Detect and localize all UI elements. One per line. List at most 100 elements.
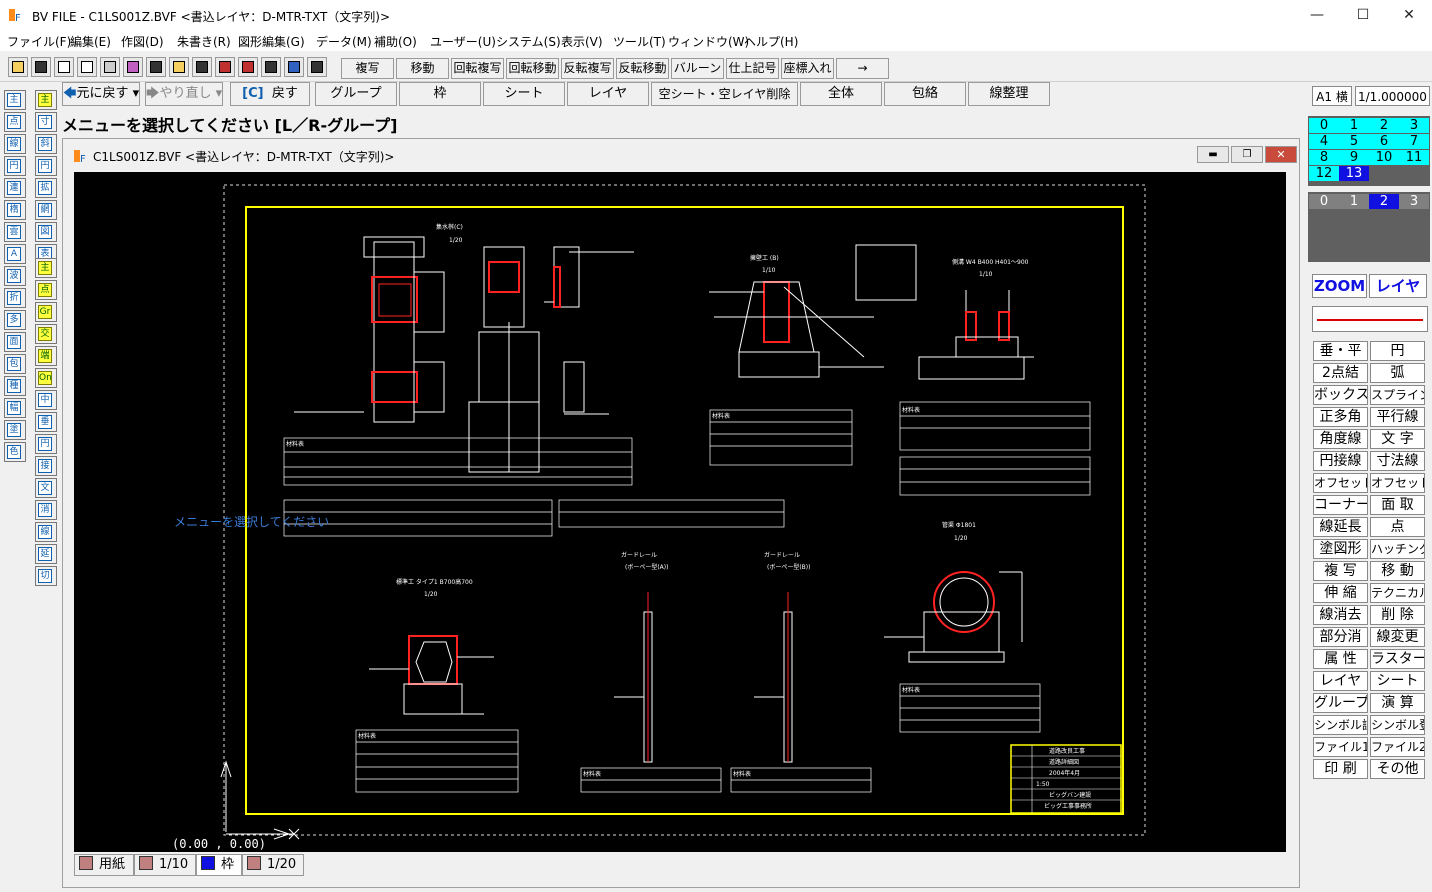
- layer-group-8[interactable]: 8: [1309, 150, 1339, 165]
- command-button[interactable]: テクニカル: [1370, 583, 1425, 603]
- tab-scale-20[interactable]: 1/20: [242, 854, 304, 876]
- command-button[interactable]: ラスター: [1370, 649, 1425, 669]
- maximize-button[interactable]: ☐: [1340, 0, 1386, 31]
- layer-group-4[interactable]: 4: [1309, 134, 1339, 149]
- fit-all-button[interactable]: 全体: [800, 82, 882, 106]
- command-button[interactable]: 面 取: [1370, 495, 1425, 515]
- command-button[interactable]: グループ: [1313, 693, 1368, 713]
- open-icon[interactable]: [8, 57, 28, 77]
- menu-system[interactable]: システム(S): [496, 33, 561, 50]
- layer-panel-button[interactable]: レイヤ: [1369, 274, 1427, 298]
- command-button[interactable]: ファイル1: [1313, 737, 1368, 757]
- palette-tool-button[interactable]: 幅: [4, 398, 26, 418]
- command-button[interactable]: 属 性: [1313, 649, 1368, 669]
- save-icon[interactable]: [31, 57, 51, 77]
- palette-tool-button[interactable]: 円: [4, 156, 26, 176]
- palette-tool-button[interactable]: 交: [35, 324, 57, 344]
- frame-button[interactable]: 枠: [399, 82, 481, 106]
- palette-tool-button[interactable]: 多: [4, 310, 26, 330]
- palette-tool-button[interactable]: 折: [4, 288, 26, 308]
- palette-tool-button[interactable]: On: [35, 368, 57, 388]
- layer-group-12[interactable]: 12: [1309, 166, 1339, 181]
- finish-mark-button[interactable]: 仕上記号: [726, 58, 779, 79]
- command-button[interactable]: 角度線: [1313, 429, 1368, 449]
- command-button[interactable]: 正多角: [1313, 407, 1368, 427]
- palette-tool-button[interactable]: 線: [4, 134, 26, 154]
- close-button[interactable]: ✕: [1386, 0, 1432, 31]
- tab-frame[interactable]: 枠: [196, 854, 242, 876]
- palette-tool-button[interactable]: 点: [35, 280, 57, 300]
- next-arrow-button[interactable]: →: [836, 58, 889, 79]
- print-icon[interactable]: [100, 57, 120, 77]
- palette-tool-button[interactable]: 主: [4, 90, 26, 110]
- line-cleanup-button[interactable]: 線整理: [968, 82, 1050, 106]
- tab-scale-10[interactable]: 1/10: [134, 854, 196, 876]
- palette-tool-button[interactable]: 寸: [35, 112, 57, 132]
- command-button[interactable]: 2点結: [1313, 363, 1368, 383]
- zoom-button[interactable]: ZOOM: [1312, 274, 1367, 298]
- new-icon[interactable]: [54, 57, 74, 77]
- command-button[interactable]: 塗図形: [1313, 539, 1368, 559]
- palette-tool-button[interactable]: 斜: [35, 134, 57, 154]
- command-button[interactable]: オフセット1: [1313, 473, 1368, 493]
- command-button[interactable]: オフセット2: [1370, 473, 1425, 493]
- export2-icon[interactable]: [238, 57, 258, 77]
- command-button[interactable]: スプライン: [1370, 385, 1425, 405]
- disk-icon[interactable]: [192, 57, 212, 77]
- mirror-copy-button[interactable]: 反転複写: [561, 58, 614, 79]
- group-button[interactable]: グループ: [315, 82, 397, 106]
- back-button[interactable]: [C] 戻す: [230, 82, 310, 106]
- palette-tool-button[interactable]: Gr: [35, 302, 57, 322]
- palette-tool-button[interactable]: 線: [35, 522, 57, 542]
- menu-data[interactable]: データ(M): [316, 33, 372, 50]
- palette-tool-button[interactable]: 連: [4, 178, 26, 198]
- command-button[interactable]: 複 写: [1313, 561, 1368, 581]
- palette-tool-button[interactable]: 切: [35, 566, 57, 586]
- command-button[interactable]: 垂・平: [1313, 341, 1368, 361]
- command-button[interactable]: 平行線: [1370, 407, 1425, 427]
- layer-group-6[interactable]: 6: [1369, 134, 1399, 149]
- menu-window[interactable]: ウィンドウ(W): [668, 33, 749, 50]
- layer-2[interactable]: 2: [1369, 194, 1399, 209]
- palette-tool-button[interactable]: 主: [35, 258, 57, 278]
- doc-restore-button[interactable]: ❐: [1231, 146, 1263, 163]
- copy-button[interactable]: 複写: [341, 58, 394, 79]
- layer-group-0[interactable]: 0: [1309, 118, 1339, 133]
- palette-tool-button[interactable]: 塗: [4, 420, 26, 440]
- command-button[interactable]: シンボル読: [1313, 715, 1368, 735]
- command-button[interactable]: 円接線: [1313, 451, 1368, 471]
- palette-tool-button[interactable]: 拡: [35, 178, 57, 198]
- layer-1[interactable]: 1: [1339, 194, 1369, 209]
- redo-button[interactable]: 🡆やり直し ▾: [145, 82, 223, 106]
- menu-file[interactable]: ファイル(F): [7, 33, 71, 50]
- layer-group-13[interactable]: 13: [1339, 166, 1369, 181]
- import-icon[interactable]: [261, 57, 281, 77]
- command-button[interactable]: 演 算: [1370, 693, 1425, 713]
- doc-minimize-button[interactable]: ▬: [1197, 146, 1229, 163]
- delete-empty-button[interactable]: 空シート・空レイヤ削除: [651, 82, 798, 106]
- command-button[interactable]: ボックス: [1313, 385, 1368, 405]
- layer-group-1[interactable]: 1: [1339, 118, 1369, 133]
- convert-icon[interactable]: [307, 57, 327, 77]
- command-button[interactable]: その他: [1370, 759, 1425, 779]
- command-button[interactable]: 線変更: [1370, 627, 1425, 647]
- command-button[interactable]: 弧: [1370, 363, 1425, 383]
- palette-tool-button[interactable]: 色: [4, 442, 26, 462]
- layer-group-7[interactable]: 7: [1399, 134, 1429, 149]
- palette-tool-button[interactable]: 図: [35, 222, 57, 242]
- preview-icon[interactable]: [77, 57, 97, 77]
- scale-field[interactable]: 1/1.000000: [1355, 86, 1430, 106]
- minimize-button[interactable]: —: [1294, 0, 1340, 31]
- layer-group-11[interactable]: 11: [1399, 150, 1429, 165]
- paper-size[interactable]: A1 横: [1312, 86, 1352, 106]
- command-button[interactable]: ファイル2: [1370, 737, 1425, 757]
- command-button[interactable]: シンボル登: [1370, 715, 1425, 735]
- command-button[interactable]: レイヤ: [1313, 671, 1368, 691]
- layer-0[interactable]: 0: [1309, 194, 1339, 209]
- menu-view[interactable]: 表示(V): [561, 33, 603, 50]
- rotate-move-button[interactable]: 回転移動: [506, 58, 559, 79]
- palette-tool-button[interactable]: 楕: [4, 200, 26, 220]
- layer-group-3[interactable]: 3: [1399, 118, 1429, 133]
- tab-paper[interactable]: 用紙: [74, 854, 134, 876]
- menu-help[interactable]: ヘルプ(H): [744, 33, 798, 50]
